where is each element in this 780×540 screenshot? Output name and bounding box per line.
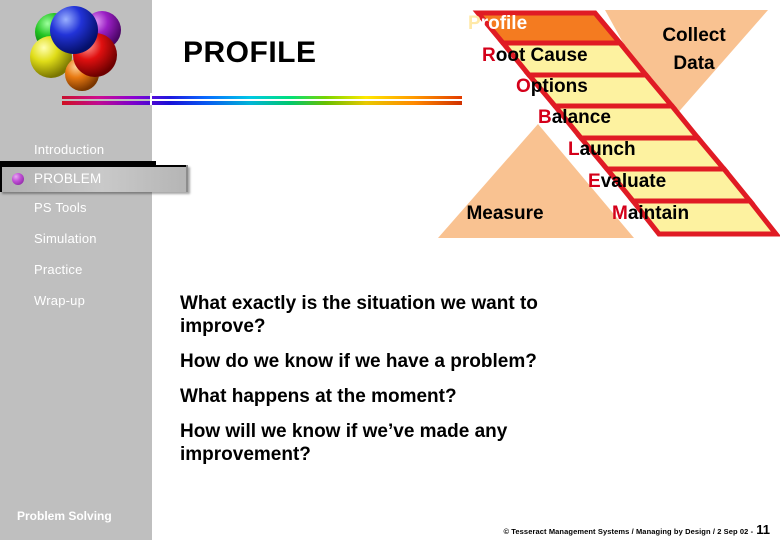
question-list: What exactly is the situation we want to… <box>180 292 580 478</box>
spheres-svg <box>30 6 121 91</box>
page-number: 11 <box>756 522 770 537</box>
wedge-label-measure: Measure <box>466 203 544 224</box>
slide-footer: © Tesseract Management Systems / Managin… <box>0 521 780 537</box>
sidebar-item-problem[interactable]: PROBLEM <box>0 161 188 192</box>
sidebar-item-label: Practice <box>34 262 83 277</box>
divider-tick-marker <box>150 93 152 105</box>
wedge-label-data: Data <box>673 53 715 74</box>
bullet-sphere-icon <box>12 172 24 185</box>
band-label-balance: Balance <box>538 107 611 128</box>
question-item: What happens at the moment? <box>180 386 457 407</box>
question-item: How will we know if we’ve made any impro… <box>180 421 508 465</box>
copyright-text: © Tesseract Management Systems / Managin… <box>503 527 754 536</box>
process-diagram: Profile Root Cause Options Balance Launc… <box>420 8 780 240</box>
sidebar-item-label: PS Tools <box>34 200 87 215</box>
band-label-launch: Launch <box>568 139 636 160</box>
band-label-options: Options <box>516 76 588 97</box>
rainbow-divider-bottom <box>62 101 462 105</box>
sidebar-item-ps-tools[interactable]: PS Tools <box>0 192 152 223</box>
page-title: PROFILE <box>183 36 317 69</box>
band-label-profile: Profile <box>468 13 528 34</box>
rainbow-divider-top <box>62 96 462 99</box>
question-item: What exactly is the situation we want to… <box>180 293 538 337</box>
band-label-evaluate: Evaluate <box>588 171 667 192</box>
sidebar-item-wrap-up[interactable]: Wrap-up <box>0 285 152 316</box>
sidebar-item-label: Introduction <box>34 142 105 157</box>
question-item: How do we know if we have a problem? <box>180 351 537 372</box>
wedge-label-collect: Collect <box>662 25 726 46</box>
sidebar-nav: Introduction PROBLEM PS Tools Simulation… <box>0 134 188 316</box>
slide-canvas: Introduction PROBLEM PS Tools Simulation… <box>0 0 780 540</box>
colored-spheres-logo <box>18 2 136 94</box>
band-label-maintain: Maintain <box>612 203 690 224</box>
sidebar: Introduction PROBLEM PS Tools Simulation… <box>0 0 188 540</box>
sidebar-item-label: Simulation <box>34 231 97 246</box>
sidebar-item-label: Wrap-up <box>34 293 86 308</box>
sidebar-item-simulation[interactable]: Simulation <box>0 223 152 254</box>
sidebar-item-label: PROBLEM <box>34 171 102 186</box>
sidebar-item-practice[interactable]: Practice <box>0 254 152 285</box>
band-label-root-cause: Root Cause <box>482 45 588 66</box>
